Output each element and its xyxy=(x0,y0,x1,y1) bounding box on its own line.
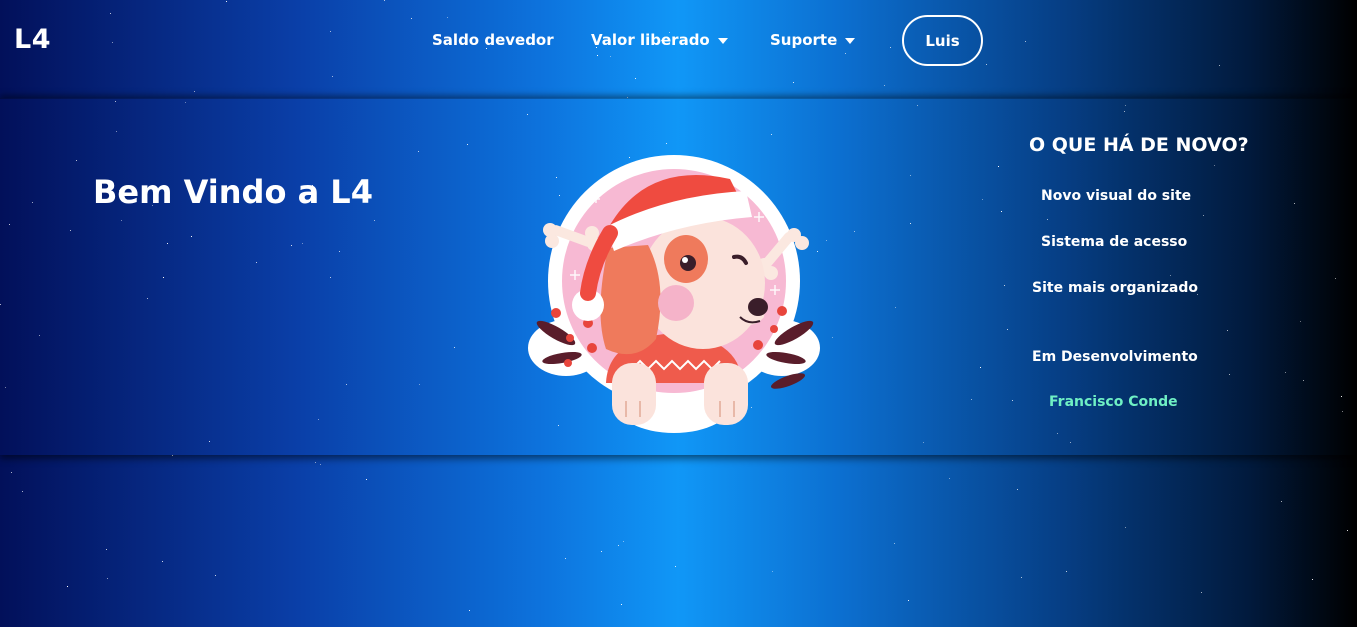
star-dot xyxy=(1125,527,1126,528)
star-dot xyxy=(1312,579,1313,580)
nav-item-suporte[interactable]: Suporte xyxy=(770,31,856,49)
star-dot xyxy=(106,549,107,550)
star-dot xyxy=(1066,571,1067,572)
star-dot xyxy=(894,543,895,544)
dev-status-text: Em Desenvolvimento xyxy=(1032,349,1198,365)
news-item: Site mais organizado xyxy=(1032,280,1198,296)
developer-credit: Francisco Conde xyxy=(1049,394,1178,410)
user-name: Luis xyxy=(925,31,960,50)
star-dot xyxy=(908,600,909,601)
star-dot xyxy=(215,575,216,576)
star-dot xyxy=(1347,530,1348,531)
top-navbar: L4 Saldo devedor Valor liberado Suporte … xyxy=(0,0,1357,98)
nav-item-label: Valor liberado xyxy=(591,31,710,49)
star-dot xyxy=(315,462,316,463)
star-dot xyxy=(67,586,68,587)
star-dot xyxy=(1017,489,1018,490)
star-dot xyxy=(172,455,173,456)
nav-item-label: Suporte xyxy=(770,31,838,49)
star-dot xyxy=(565,558,566,559)
whats-new-heading: O QUE HÁ DE NOVO? xyxy=(1029,134,1249,156)
news-item: Sistema de acesso xyxy=(1041,234,1188,250)
star-dot xyxy=(618,545,619,546)
star-dot xyxy=(601,551,602,552)
nav-item-valor-liberado[interactable]: Valor liberado xyxy=(591,31,728,49)
nav-item-label: Saldo devedor xyxy=(432,31,554,49)
star-dot xyxy=(1281,501,1282,502)
news-item: Novo visual do site xyxy=(1041,188,1192,204)
christmas-dog-icon xyxy=(528,155,820,433)
welcome-heading: Bem Vindo a L4 xyxy=(93,173,373,211)
star-dot xyxy=(621,604,622,605)
star-dot xyxy=(675,566,676,567)
star-dot xyxy=(107,578,108,579)
star-dot xyxy=(1021,577,1022,578)
caret-down-icon xyxy=(845,38,856,44)
user-account-button[interactable]: Luis xyxy=(902,15,983,66)
star-dot xyxy=(949,478,950,479)
star-dot xyxy=(320,464,321,465)
star-dot xyxy=(11,472,12,473)
caret-down-icon xyxy=(717,38,728,44)
star-dot xyxy=(366,479,367,480)
star-dot xyxy=(22,491,23,492)
star-dot xyxy=(623,541,624,542)
star-dot xyxy=(772,571,773,572)
nav-item-saldo-devedor[interactable]: Saldo devedor xyxy=(432,31,554,49)
star-dot xyxy=(162,561,163,562)
star-dot xyxy=(469,610,470,611)
star-dot xyxy=(1201,592,1202,593)
site-logo[interactable]: L4 xyxy=(14,24,51,55)
